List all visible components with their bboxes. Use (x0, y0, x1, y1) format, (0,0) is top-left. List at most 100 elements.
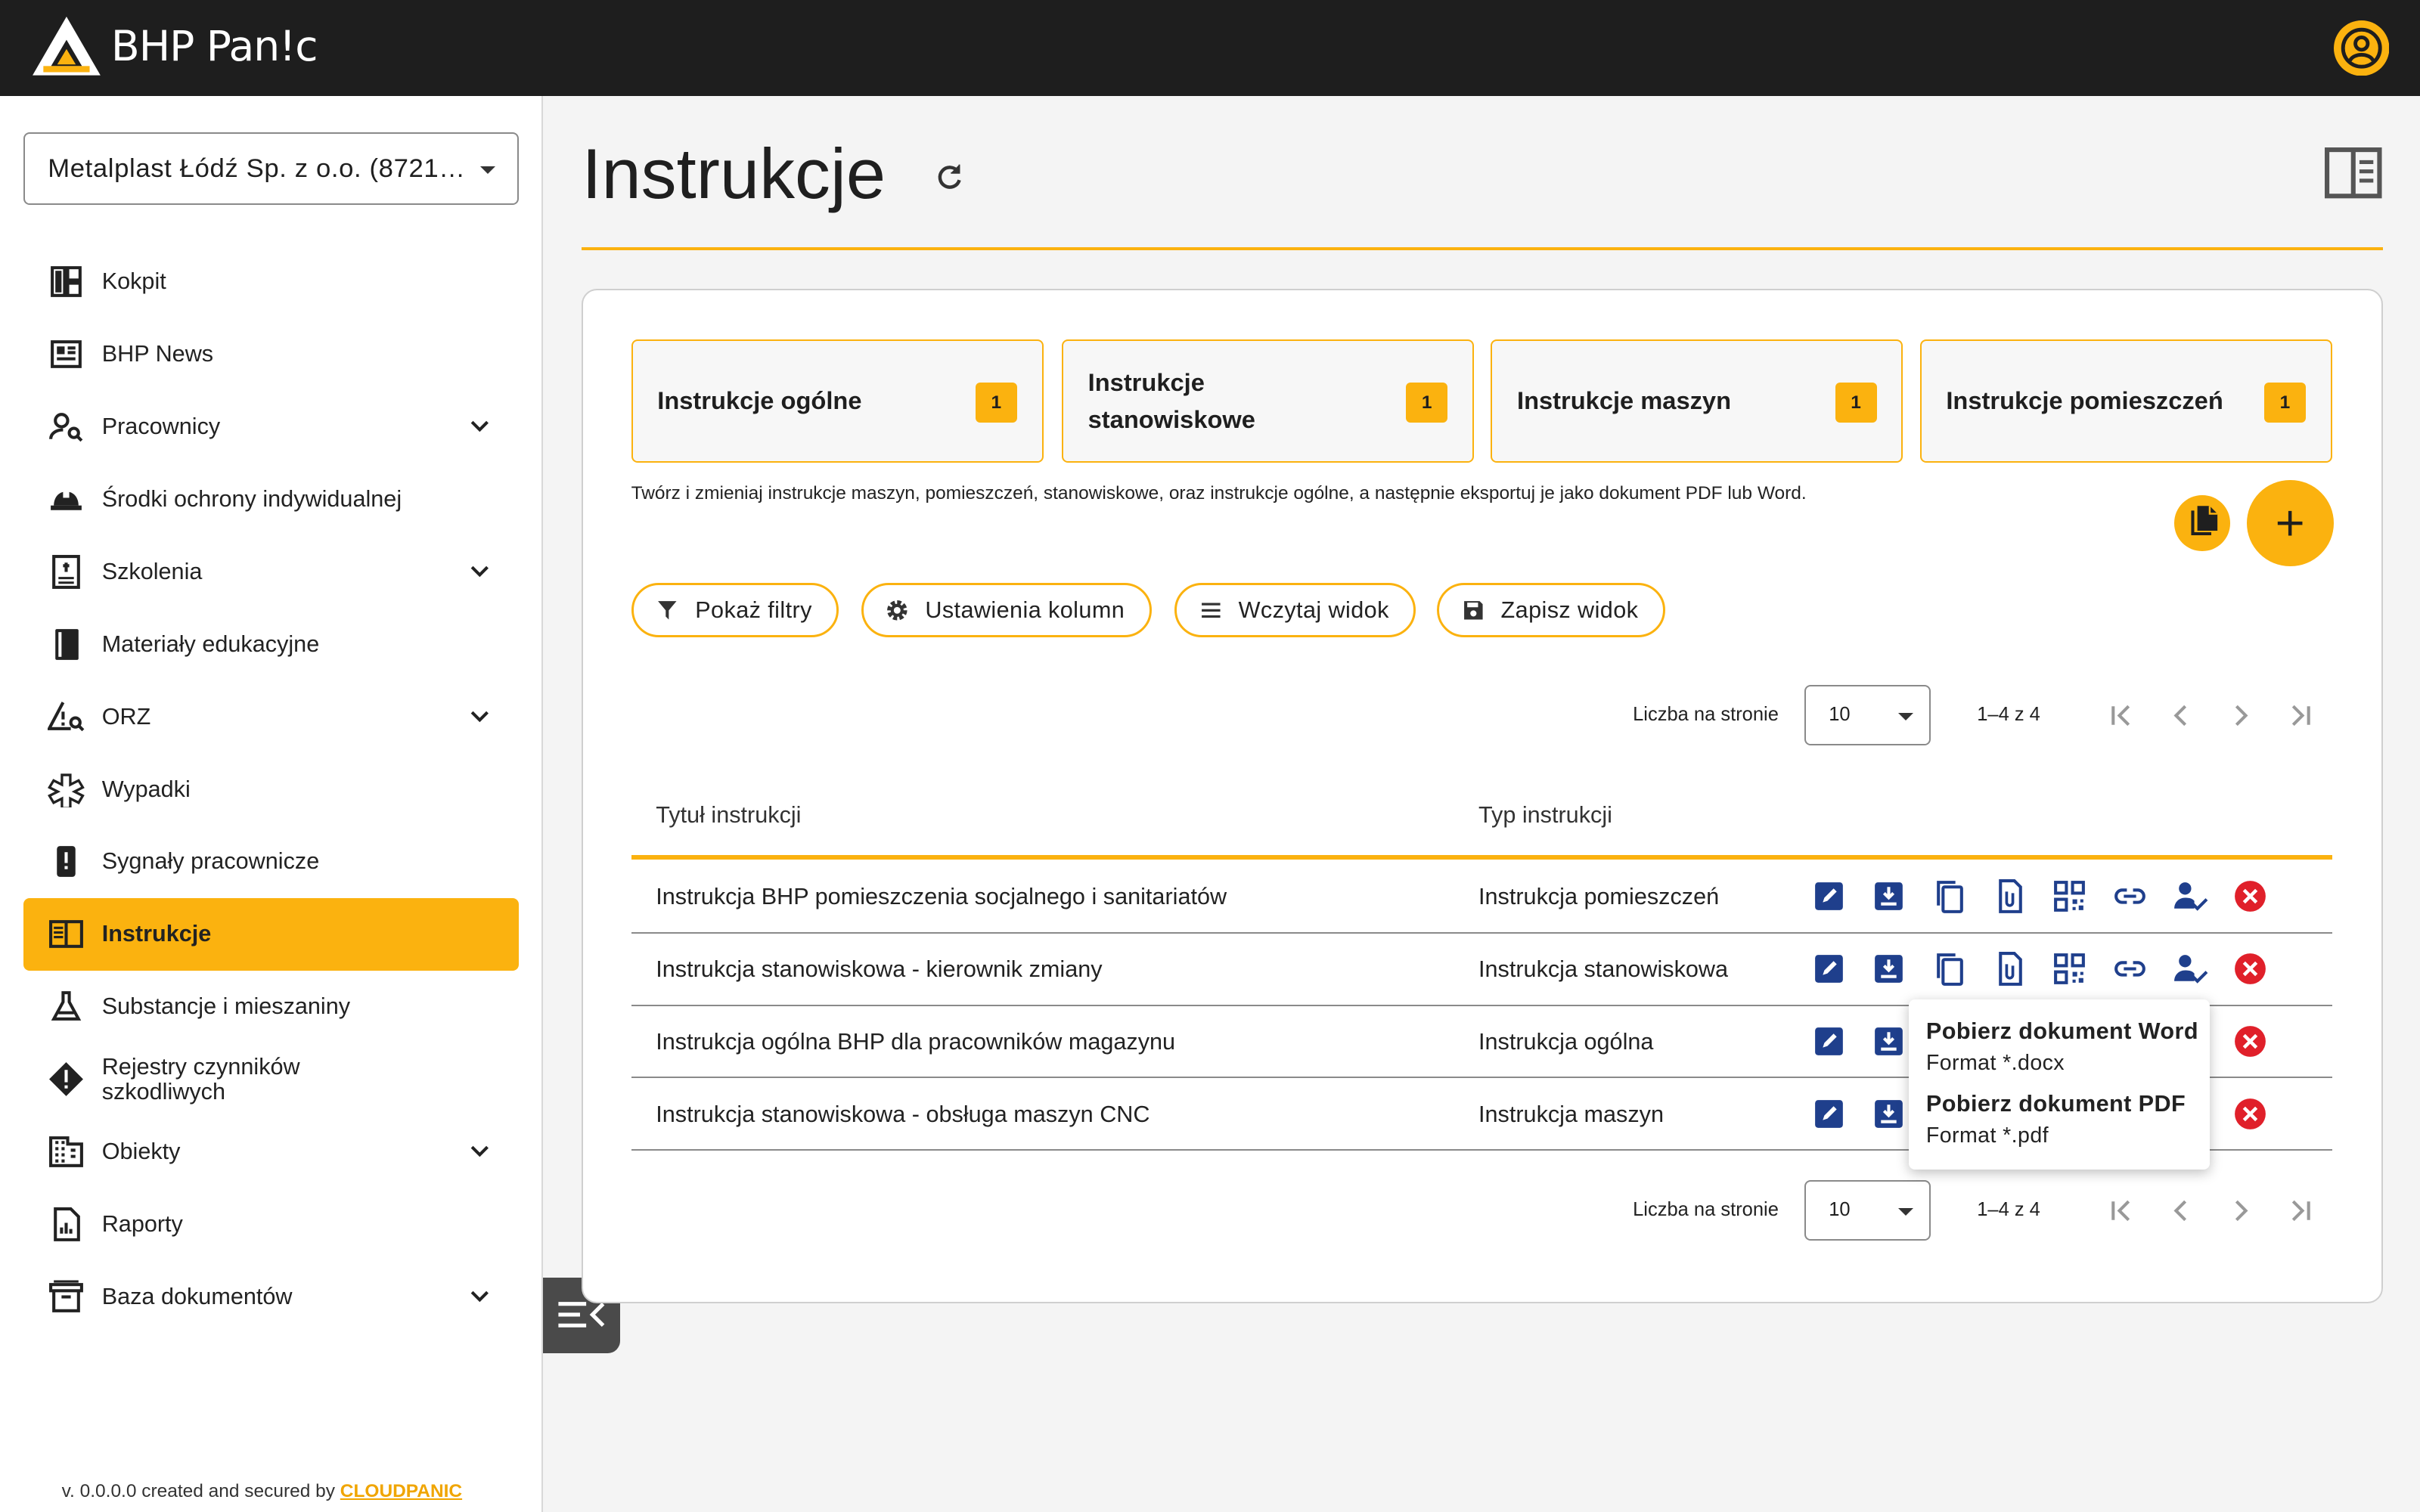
tile-count-badge: 1 (2263, 383, 2306, 423)
sidebar-item-srodki-ochrony[interactable]: Środki ochrony indywidualnej (23, 463, 519, 535)
cloudpanic-link[interactable]: CLOUDPANIC (340, 1481, 462, 1501)
page-size-select[interactable]: 10 (1804, 685, 1931, 745)
sidebar-item-substancje[interactable]: Substancje i mieszaniny (23, 971, 519, 1043)
load-view-label: Wczytaj widok (1238, 596, 1389, 623)
tile-count-badge: 1 (975, 383, 1017, 423)
download-icon[interactable] (1870, 878, 1907, 915)
copy-icon[interactable] (1931, 878, 1968, 915)
last-page-icon[interactable] (2282, 1192, 2319, 1229)
delete-icon[interactable] (2232, 1095, 2269, 1132)
column-settings-button[interactable]: Ustawienia kolumn (861, 583, 1152, 637)
assign-user-icon[interactable] (2171, 878, 2208, 915)
cell-title: Instrukcja stanowiskowa - obsługa maszyn… (656, 1101, 1150, 1128)
sidebar-item-label: Materiały edukacyjne (101, 631, 320, 657)
previous-page-icon[interactable] (2162, 697, 2199, 734)
sidebar-item-orz[interactable]: ORZ (23, 680, 519, 753)
delete-icon[interactable] (2232, 950, 2269, 987)
sidebar-item-label: Kokpit (101, 268, 166, 295)
edit-icon[interactable] (1810, 1023, 1848, 1060)
cell-type: Instrukcja maszyn (1478, 1101, 1664, 1128)
load-view-button[interactable]: Wczytaj widok (1174, 583, 1416, 637)
tile-instrukcje-stanowiskowe[interactable]: Instrukcje stanowiskowe 1 (1062, 339, 1474, 463)
sidebar-item-label: Szkolenia (101, 558, 203, 584)
tile-label: Instrukcje pomieszczeń (1946, 386, 2223, 415)
page-size-value: 10 (1829, 703, 1851, 725)
sidebar-item-sygnaly[interactable]: Sygnały pracownicze (23, 826, 519, 898)
sidebar-item-szkolenia[interactable]: Szkolenia (23, 535, 519, 608)
copy-icon[interactable] (1931, 950, 1968, 987)
sidebar-item-kokpit[interactable]: Kokpit (23, 245, 519, 318)
person-search-icon (49, 412, 83, 442)
show-filters-label: Pokaż filtry (695, 596, 812, 623)
plus-icon (2278, 510, 2303, 536)
footer-version-text: v. 0.0.0.0 created and secured by (61, 1481, 340, 1502)
previous-page-icon[interactable] (2162, 1192, 2199, 1229)
first-page-icon[interactable] (2102, 1192, 2139, 1229)
user-account-icon[interactable] (2333, 20, 2390, 76)
first-page-icon[interactable] (2102, 697, 2139, 734)
tile-instrukcje-pomieszczen[interactable]: Instrukcje pomieszczeń 1 (1919, 339, 2332, 463)
tile-instrukcje-ogolne[interactable]: Instrukcje ogólne 1 (631, 339, 1044, 463)
page-size-select[interactable]: 10 (1804, 1180, 1931, 1241)
title-underline (582, 246, 2383, 250)
attachment-file-icon[interactable] (1991, 950, 2028, 987)
download-icon[interactable] (1870, 950, 1907, 987)
app-logo[interactable]: BHP Pan!c (31, 15, 318, 77)
last-page-icon[interactable] (2282, 697, 2319, 734)
link-icon[interactable] (2111, 878, 2149, 915)
next-page-icon[interactable] (2223, 1192, 2260, 1229)
sidebar-item-materialy[interactable]: Materiały edukacyjne (23, 608, 519, 680)
refresh-icon[interactable] (932, 160, 966, 194)
chevron-down-icon (471, 1145, 489, 1157)
company-select-value: Metalplast Łódź Sp. z o.o. (8721… (48, 153, 466, 183)
flask-icon (51, 991, 82, 1021)
copy-instructions-button[interactable] (2174, 495, 2230, 551)
side-panel-toggle-icon[interactable] (2324, 147, 2383, 199)
table-row[interactable]: Instrukcja BHP pomieszczenia socjalnego … (631, 861, 2332, 934)
qr-code-icon[interactable] (2051, 878, 2088, 915)
edit-icon[interactable] (1810, 950, 1848, 987)
table-row[interactable]: Instrukcja stanowiskowa - kierownik zmia… (631, 934, 2332, 1006)
sidebar-item-label: Obiekty (101, 1139, 181, 1165)
download-pdf-option[interactable]: Pobierz dokument PDF (1926, 1091, 2186, 1117)
add-instruction-button[interactable] (2247, 479, 2334, 566)
column-header-type[interactable]: Typ instrukcji (1478, 802, 1612, 829)
download-icon[interactable] (1870, 1095, 1907, 1132)
table-header: Tytuł instrukcji Typ instrukcji (631, 784, 2332, 860)
qr-code-icon[interactable] (2051, 950, 2088, 987)
sidebar-item-instrukcje[interactable]: Instrukcje (23, 897, 519, 971)
save-view-button[interactable]: Zapisz widok (1436, 583, 1666, 637)
delete-icon[interactable] (2232, 878, 2269, 915)
column-header-title[interactable]: Tytuł instrukcji (656, 802, 801, 829)
sidebar-item-pracownicy[interactable]: Pracownicy (23, 390, 519, 463)
sidebar-item-label: Baza dokumentów (101, 1283, 293, 1309)
download-word-option[interactable]: Pobierz dokument Word (1926, 1018, 2198, 1045)
sidebar-item-baza-dokumentow[interactable]: Baza dokumentów (23, 1260, 519, 1333)
tile-instrukcje-maszyn[interactable]: Instrukcje maszyn 1 (1491, 339, 1903, 463)
edit-icon[interactable] (1810, 878, 1848, 915)
assign-user-icon[interactable] (2171, 950, 2208, 987)
company-select[interactable]: Metalplast Łódź Sp. z o.o. (8721… (23, 132, 519, 206)
sidebar-item-obiekty[interactable]: Obiekty (23, 1115, 519, 1188)
sidebar-item-wypadki[interactable]: Wypadki (23, 753, 519, 826)
column-settings-label: Ustawienia kolumn (925, 596, 1125, 623)
sidebar-item-bhp-news[interactable]: BHP News (23, 318, 519, 390)
cell-type: Instrukcja stanowiskowa (1478, 956, 1729, 983)
cell-title: Instrukcja BHP pomieszczenia socjalnego … (656, 884, 1227, 910)
show-filters-button[interactable]: Pokaż filtry (631, 583, 839, 637)
attachment-file-icon[interactable] (1991, 878, 2028, 915)
pagination-top: Liczba na stronie 10 1–4 z 4 (1633, 685, 2343, 747)
edit-icon[interactable] (1810, 1095, 1848, 1132)
download-icon[interactable] (1870, 1023, 1907, 1060)
link-icon[interactable] (2111, 950, 2149, 987)
sidebar-item-rejestry[interactable]: Rejestry czynników szkodliwych (23, 1043, 519, 1116)
next-page-icon[interactable] (2223, 697, 2260, 734)
save-view-label: Zapisz widok (1500, 596, 1639, 623)
sidebar-item-raporty[interactable]: Raporty (23, 1188, 519, 1260)
delete-icon[interactable] (2232, 1023, 2269, 1060)
sidebar-item-label: Rejestry czynników szkodliwych (101, 1053, 300, 1105)
medical-star-icon (48, 773, 85, 808)
sidebar: Metalplast Łódź Sp. z o.o. (8721… Kokpit… (0, 95, 544, 1512)
report-icon (54, 1207, 81, 1241)
hard-hat-icon (51, 488, 82, 510)
